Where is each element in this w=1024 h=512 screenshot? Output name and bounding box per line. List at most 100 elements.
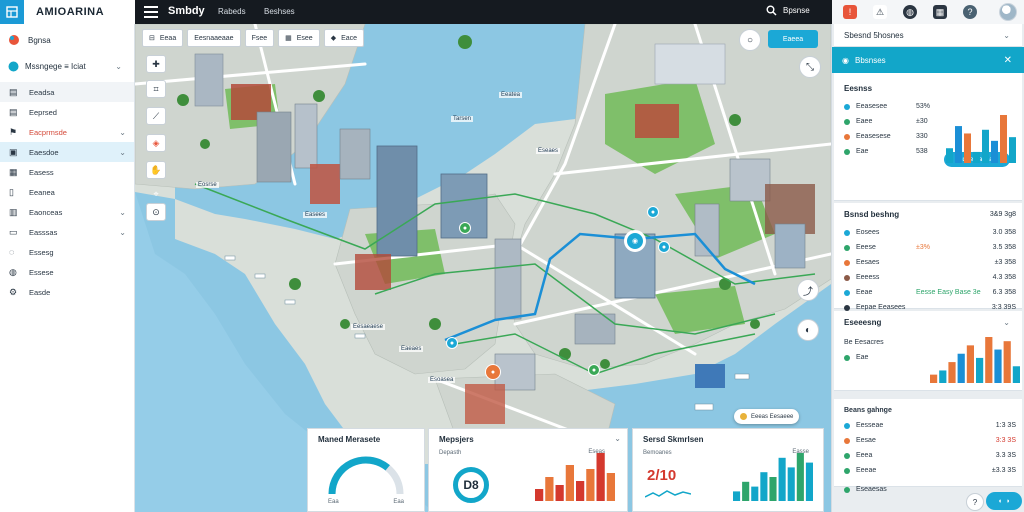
- legend-chip[interactable]: Eeeas Eesaeee: [734, 409, 800, 424]
- map-tool-add[interactable]: ✚: [146, 55, 166, 73]
- bottom-value: 1:3 3S: [995, 422, 1016, 429]
- sidebar-item[interactable]: ▤ Eeprsed: [0, 102, 134, 122]
- sidebar-item[interactable]: ◌ Essesg: [0, 242, 134, 262]
- globe-icon[interactable]: ◍: [903, 5, 917, 19]
- chevron-down-icon[interactable]: ⌄: [119, 128, 126, 137]
- status-dot-icon: [844, 467, 850, 474]
- bottom-row[interactable]: Eeeae ±3.3 3S: [834, 463, 1022, 478]
- bottom-row[interactable]: Eesseae 1:3 3S: [834, 418, 1022, 433]
- sidebar-item[interactable]: ▦ Easess: [0, 162, 134, 182]
- chart-bar: [535, 489, 544, 501]
- help-icon[interactable]: ?: [966, 493, 984, 511]
- chart-bar: [576, 481, 585, 501]
- map-pin-icon[interactable]: ●: [588, 364, 600, 376]
- map-pin-icon[interactable]: ●: [446, 337, 458, 349]
- chevron-down-icon[interactable]: ⌄: [1003, 318, 1010, 327]
- notification-icon[interactable]: !: [843, 5, 857, 19]
- sidebar-item[interactable]: ▭ Easssas ⌄: [0, 222, 134, 242]
- top-icon-group: ! ⚠ ◍ ▦ ?: [832, 0, 1024, 24]
- filter-chip-1[interactable]: ⊟ Eeaa: [142, 29, 184, 47]
- map-tool-pan[interactable]: ✋: [146, 161, 166, 179]
- chart-bar: [957, 353, 965, 383]
- list-item[interactable]: Eeae Eesse Easy Base 3e 6.3 358: [834, 285, 1022, 300]
- chart-bar: [1003, 341, 1011, 383]
- chevron-down-icon[interactable]: ⌄: [119, 208, 126, 217]
- stats-label: Eeasesese: [856, 133, 891, 140]
- selected-location-icon[interactable]: ◉: [624, 230, 646, 252]
- close-icon[interactable]: ✕: [1004, 55, 1012, 66]
- brand[interactable]: AMIOARINA: [0, 0, 135, 24]
- document-icon: ▯: [9, 187, 14, 197]
- filter-chip-3[interactable]: Fsee: [244, 29, 275, 47]
- map-tool-measure[interactable]: ⊙: [146, 203, 166, 221]
- map-pin-icon[interactable]: ●: [647, 206, 659, 218]
- hamburger-menu-icon[interactable]: [144, 5, 158, 19]
- map-primary-button[interactable]: Eaeea: [768, 30, 818, 48]
- list-item[interactable]: Eosees 3.0 358: [834, 225, 1022, 240]
- bottom-label: Eeeae: [856, 467, 877, 474]
- help-icon[interactable]: ?: [963, 5, 977, 19]
- chart-bar: [930, 374, 938, 383]
- filter-chip-2[interactable]: Eesnaaeaae: [187, 29, 241, 47]
- sidebar-item[interactable]: ⚙ Easde: [0, 282, 134, 302]
- map-tool-layer[interactable]: ◈: [146, 134, 166, 152]
- chevron-down-icon[interactable]: ⌄: [614, 434, 621, 443]
- top-search[interactable]: Bpsnse: [766, 5, 810, 16]
- bottom-label: Eesseae: [856, 422, 884, 429]
- route-button[interactable]: ⤴: [797, 279, 819, 301]
- sidebar-item[interactable]: ▯ Eeanea: [0, 182, 134, 202]
- top-link-2[interactable]: Beshses: [264, 7, 295, 16]
- workspace-selector[interactable]: Mssngege ≡ Iciat ⌄: [4, 56, 130, 76]
- alert-icon[interactable]: ⚠: [873, 5, 887, 19]
- filter-chip-4[interactable]: ▦ Esee: [278, 29, 320, 47]
- sidebar-header-label: Bgnsa: [28, 35, 51, 45]
- card-metrics: Mepsjers ⌄ Depasth D8 Eseas: [428, 428, 628, 512]
- calendar-icon[interactable]: ▦: [933, 5, 947, 19]
- bottom-row[interactable]: Eeea 3.3 3S: [834, 448, 1022, 463]
- map-pin-icon[interactable]: ●: [658, 241, 670, 253]
- stats-title: Eesnss: [844, 83, 873, 93]
- chevron-down-icon: ⌄: [115, 61, 122, 71]
- chevron-down-icon[interactable]: ⌄: [1003, 31, 1010, 40]
- active-item-bar[interactable]: ◉ Bbsnses ✕: [832, 47, 1024, 73]
- top-link-1[interactable]: Rabeds: [218, 7, 246, 16]
- assistant-button[interactable]: ◖ ◗: [986, 492, 1022, 510]
- layers-button[interactable]: ○: [739, 29, 761, 51]
- sidebar-item[interactable]: ◍ Essese: [0, 262, 134, 282]
- chart-bar: [1009, 137, 1016, 163]
- list-item[interactable]: Eesaes ±3 358: [834, 255, 1022, 270]
- locate-button[interactable]: ◐: [797, 319, 819, 341]
- gauge-chart: [328, 456, 404, 495]
- bottom-section-title: Beans gahnge: [844, 407, 892, 414]
- status-dot-icon: [844, 229, 850, 236]
- map-tool-pin[interactable]: ⌖: [146, 185, 166, 203]
- chevron-down-icon[interactable]: ⌄: [119, 228, 126, 237]
- stats-value: 53%: [916, 103, 931, 110]
- layers-icon: ▤: [9, 87, 18, 97]
- map-label: Eosrse: [196, 182, 219, 188]
- panel-header[interactable]: Sbesnd 5hosnes ⌄: [834, 24, 1022, 46]
- stats-value: 538: [916, 148, 928, 155]
- location-icon: [9, 35, 19, 45]
- stats-section: Eesnss Rdaeo ahsas Eeasesee53%Eaee±30Eea…: [834, 73, 1022, 201]
- sidebar-item[interactable]: ⚑ Eacprmsde ⌄: [0, 122, 134, 142]
- sidebar-header[interactable]: Bgnsa: [0, 24, 134, 56]
- map-tool-draw[interactable]: ⟋: [146, 107, 166, 125]
- sidebar-item[interactable]: ▤ Eeadsa: [0, 82, 134, 102]
- map-tool-select[interactable]: ⌗: [146, 80, 166, 98]
- chevron-down-icon[interactable]: ⌄: [119, 148, 126, 157]
- map-label: Eesaeaese: [351, 324, 386, 330]
- chart-bar: [946, 148, 953, 163]
- sidebar-item[interactable]: ▣ Eaesdoe ⌄: [0, 142, 134, 162]
- metric-circle: D8: [453, 467, 489, 503]
- avatar[interactable]: [999, 3, 1017, 21]
- bottom-row[interactable]: Eesae 3:3 3S: [834, 433, 1022, 448]
- map-pin-icon[interactable]: ●: [459, 222, 471, 234]
- list-item[interactable]: Eeese ±3% 3.5 358: [834, 240, 1022, 255]
- filter-chip-5[interactable]: ◆ Eace: [323, 29, 365, 47]
- fullscreen-icon[interactable]: ⤡: [799, 56, 821, 78]
- list-item[interactable]: Eeeess 4.3 358: [834, 270, 1022, 285]
- chart-bar: [948, 362, 956, 383]
- warning-pin-icon[interactable]: ●: [485, 364, 501, 380]
- sidebar-item[interactable]: ▥ Eaonceas ⌄: [0, 202, 134, 222]
